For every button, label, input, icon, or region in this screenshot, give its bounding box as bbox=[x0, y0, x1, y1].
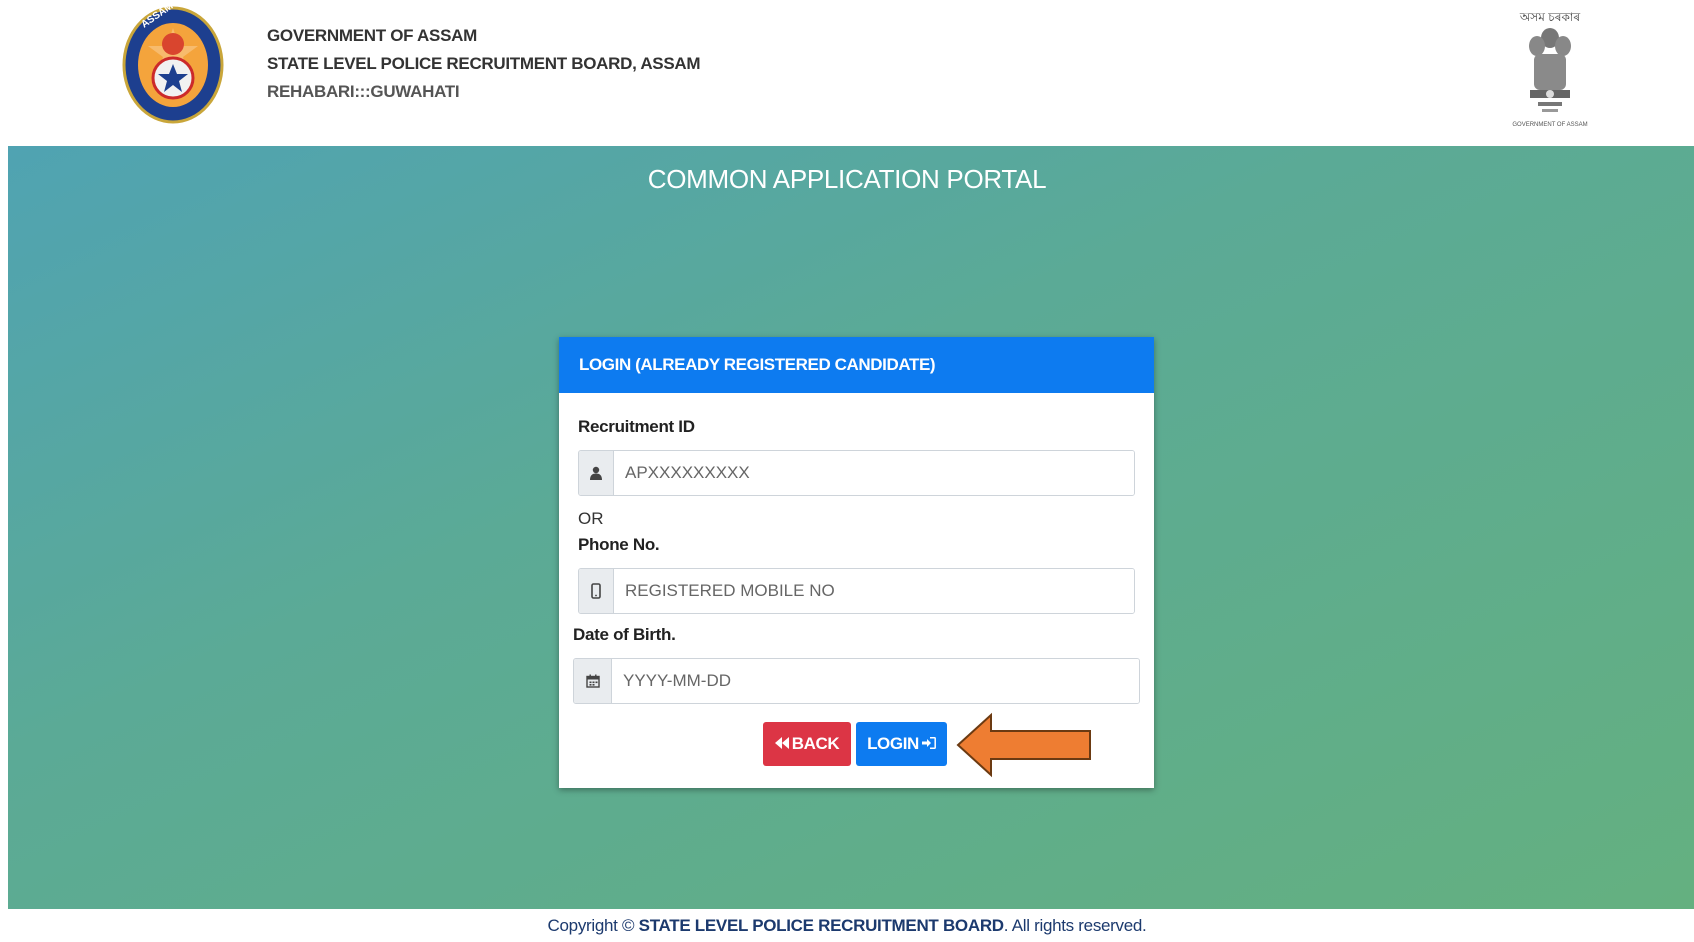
phone-group bbox=[578, 568, 1135, 614]
site-header: ASSAM POLICE GOVERNMENT OF ASSAM STATE L… bbox=[0, 0, 1694, 146]
header-line-government: GOVERNMENT OF ASSAM bbox=[267, 26, 477, 45]
emblem-bottom-text: GOVERNMENT OF ASSAM bbox=[1512, 122, 1588, 128]
calendar-icon bbox=[574, 659, 612, 703]
site-footer: Copyright © STATE LEVEL POLICE RECRUITME… bbox=[0, 909, 1694, 942]
footer-prefix: Copyright © bbox=[547, 916, 639, 935]
mobile-icon bbox=[579, 569, 614, 613]
dob-label: Date of Birth. bbox=[573, 625, 676, 644]
user-icon bbox=[579, 451, 614, 495]
footer-suffix: . All rights reserved. bbox=[1003, 916, 1147, 935]
phone-label: Phone No. bbox=[578, 535, 660, 554]
portal-title: COMMON APPLICATION PORTAL bbox=[647, 164, 1047, 194]
recruitment-id-input[interactable] bbox=[614, 451, 1134, 495]
emblem-top-text: অসম চৰকাৰ bbox=[1519, 10, 1581, 24]
header-line-board: STATE LEVEL POLICE RECRUITMENT BOARD, AS… bbox=[267, 54, 701, 73]
government-emblem: অসম চৰকাৰ GOVERNMENT OF ASSAM bbox=[1505, 10, 1595, 136]
dob-input[interactable] bbox=[612, 659, 1139, 703]
lion-capital-icon bbox=[1529, 28, 1571, 112]
dob-group bbox=[573, 658, 1140, 704]
header-text-block: GOVERNMENT OF ASSAM STATE LEVEL POLICE R… bbox=[267, 22, 701, 106]
double-chevron-left-icon bbox=[774, 734, 789, 754]
sign-in-icon bbox=[921, 734, 936, 754]
assam-police-logo: ASSAM POLICE bbox=[122, 0, 224, 124]
login-button[interactable]: LOGIN bbox=[856, 722, 947, 766]
login-button-label: LOGIN bbox=[867, 734, 919, 753]
back-button-label: BACK bbox=[791, 734, 840, 753]
footer-org: STATE LEVEL POLICE RECRUITMENT BOARD bbox=[638, 916, 1004, 935]
back-button[interactable]: BACK bbox=[763, 722, 851, 766]
phone-input[interactable] bbox=[614, 569, 1134, 613]
recruitment-id-label: Recruitment ID bbox=[578, 417, 695, 436]
orange-arrow-icon bbox=[955, 712, 1093, 783]
login-card-heading: LOGIN (ALREADY REGISTERED CANDIDATE) bbox=[559, 337, 1154, 393]
recruitment-id-group bbox=[578, 450, 1135, 496]
or-separator: OR bbox=[578, 509, 604, 528]
header-line-location: REHABARI:::GUWAHATI bbox=[267, 82, 460, 101]
